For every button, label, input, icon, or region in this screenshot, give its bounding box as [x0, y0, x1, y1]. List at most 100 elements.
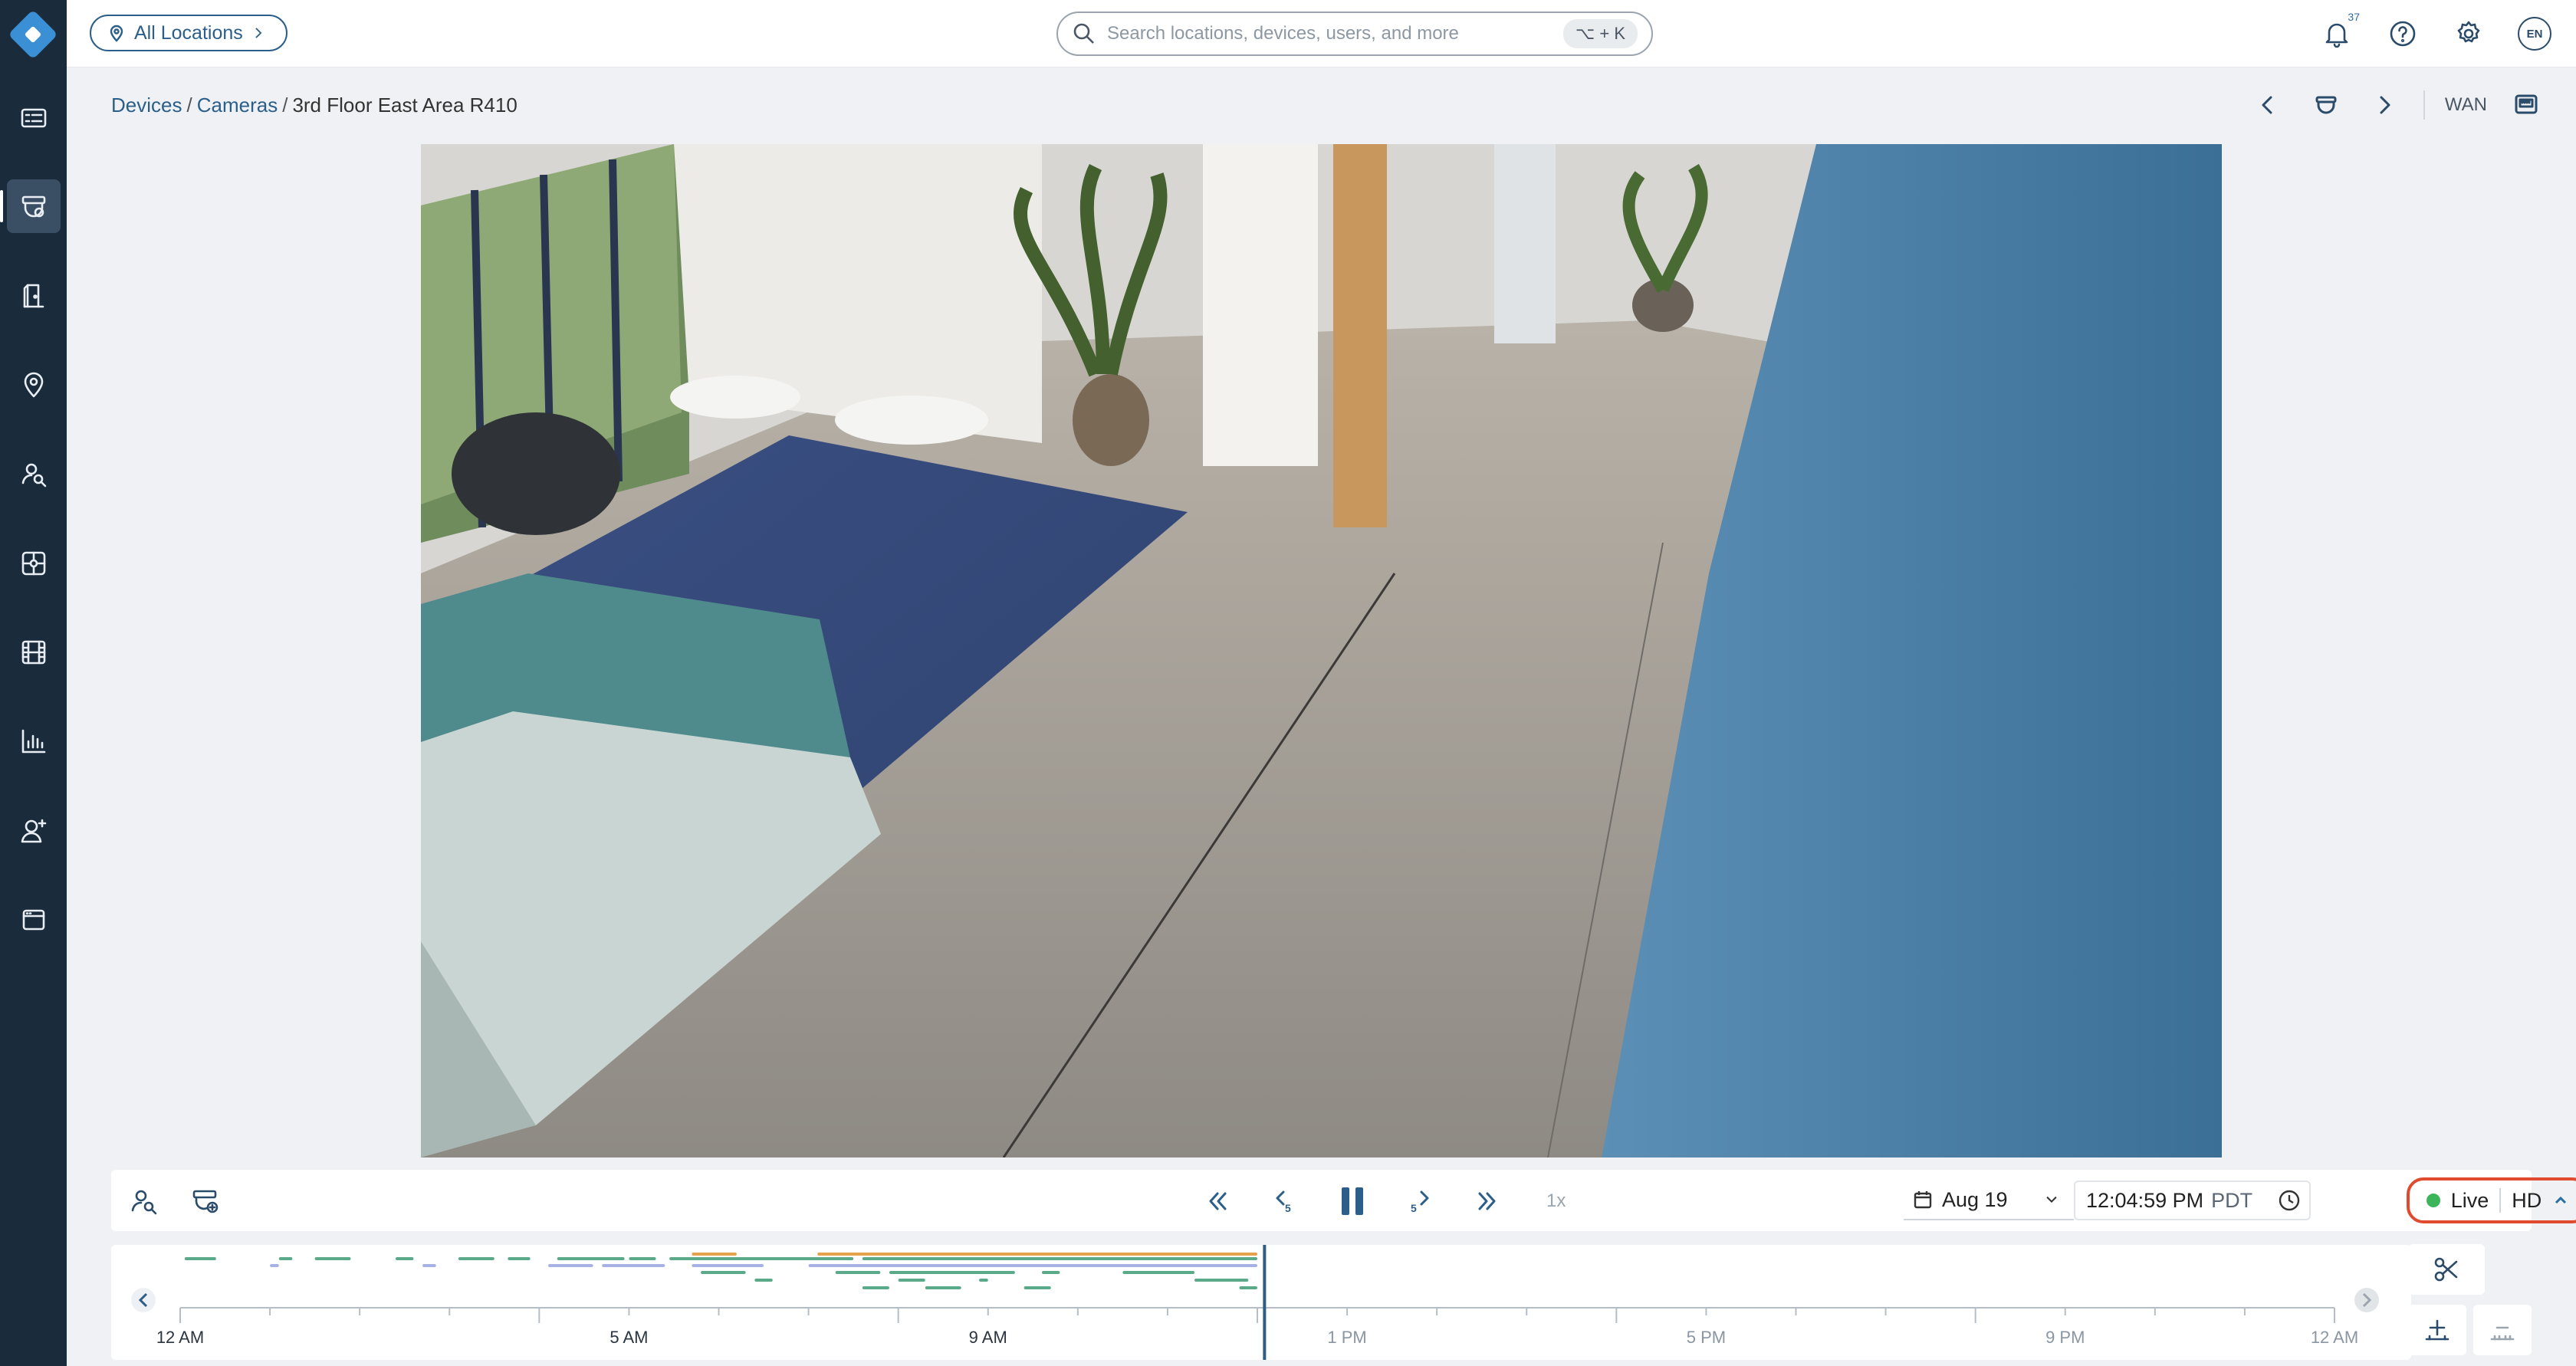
scissors-icon	[2434, 1257, 2458, 1282]
recording-segment	[817, 1253, 1257, 1256]
breadcrumb-devices[interactable]: Devices	[111, 94, 182, 117]
date-picker[interactable]: Aug 19	[1904, 1180, 2074, 1220]
nav-users[interactable]	[7, 804, 61, 858]
next-camera-button[interactable]	[2365, 86, 2404, 124]
chevron-left-icon	[2262, 96, 2272, 114]
playback-speed[interactable]: 1x	[1546, 1190, 1566, 1212]
bar-chart-icon	[21, 729, 46, 754]
quality-label: HD	[2512, 1188, 2542, 1212]
location-pin-icon	[110, 25, 123, 42]
add-camera-view-button[interactable]	[188, 1184, 223, 1219]
notification-count: 37	[2348, 11, 2360, 23]
app-logo[interactable]	[8, 9, 58, 60]
recording-segment	[629, 1257, 656, 1260]
timeline-track: 12 AM 5 AM 9 AM 1 PM 5 PM 9 PM 12 AM	[131, 1245, 2379, 1360]
recording-segment	[557, 1257, 625, 1260]
live-label: Live	[2450, 1188, 2489, 1212]
nav-analytics[interactable]	[7, 714, 61, 768]
settings-button[interactable]	[2450, 15, 2487, 52]
svg-text:5: 5	[1285, 1202, 1291, 1214]
camera-icon	[21, 195, 46, 218]
skip-forward-button[interactable]	[1470, 1184, 1505, 1219]
window-icon	[22, 909, 45, 931]
time-picker[interactable]: 12:04:59 PM PDT	[2074, 1180, 2312, 1220]
language-button[interactable]: EN	[2516, 15, 2553, 52]
forward-5s-button[interactable]: 5	[1402, 1184, 1438, 1219]
global-search[interactable]: ⌥ + K	[1056, 11, 1653, 56]
nav-people-search[interactable]	[7, 447, 61, 501]
recording-segment	[548, 1264, 593, 1267]
double-chevron-right-icon	[1478, 1192, 1496, 1210]
network-status-button[interactable]	[2507, 86, 2545, 124]
recording-segment	[278, 1257, 293, 1260]
help-button[interactable]	[2384, 15, 2421, 52]
pause-icon	[1342, 1187, 1363, 1215]
forward-5-icon: 5	[1411, 1190, 1429, 1214]
chevron-right-icon	[255, 28, 262, 38]
zoom-out-timeline-button[interactable]	[2473, 1305, 2532, 1355]
nav-apps[interactable]	[7, 893, 61, 947]
device-list-icon	[21, 108, 47, 128]
recording-segment	[692, 1253, 737, 1256]
double-chevron-left-icon	[1209, 1192, 1227, 1210]
top-bar: All Locations ⌥ + K 37 EN	[67, 0, 2576, 67]
nav-locations[interactable]	[7, 358, 61, 412]
search-input[interactable]	[1107, 23, 1563, 44]
nav-video-archive[interactable]	[7, 626, 61, 679]
timeline-tick-label: 12 AM	[2311, 1328, 2358, 1347]
recording-segment	[422, 1264, 436, 1267]
recording-segment	[808, 1264, 1257, 1267]
recording-segment	[835, 1271, 881, 1274]
recording-segment	[1239, 1286, 1257, 1289]
timeline-scroll-right-button[interactable]	[2354, 1288, 2379, 1312]
timeline-tick-label: 1 PM	[1327, 1328, 1366, 1347]
nav-integrations[interactable]	[7, 537, 61, 590]
clip-button[interactable]	[2408, 1244, 2485, 1295]
add-user-icon	[21, 819, 47, 843]
divider	[2499, 1188, 2502, 1213]
camera-details-button[interactable]	[2307, 86, 2345, 124]
recording-segment	[669, 1257, 854, 1260]
recording-segment	[692, 1264, 764, 1267]
sidebar	[0, 0, 67, 1366]
recording-timeline[interactable]: 12 AM 5 AM 9 AM 1 PM 5 PM 9 PM 12 AM	[111, 1245, 2411, 1360]
recording-segment	[754, 1279, 773, 1282]
recording-segment	[898, 1279, 925, 1282]
timezone: PDT	[2211, 1188, 2253, 1212]
live-quality-selector[interactable]: Live HD	[2407, 1177, 2576, 1223]
breadcrumb-cameras[interactable]: Cameras	[197, 94, 278, 117]
search-icon	[1073, 23, 1094, 44]
rewind-5s-button[interactable]: 5	[1267, 1184, 1303, 1219]
breadcrumb-separator: /	[282, 94, 288, 117]
recording-segment	[889, 1271, 1015, 1274]
timeline-tick-label: 9 AM	[969, 1328, 1007, 1347]
nav-devices-list[interactable]	[7, 91, 61, 145]
divider	[2423, 90, 2425, 120]
camera-video-feed[interactable]	[421, 144, 2222, 1157]
door-icon	[23, 284, 44, 308]
notifications-button[interactable]: 37	[2318, 11, 2360, 52]
recording-segment	[862, 1257, 1257, 1260]
skip-back-button[interactable]	[1200, 1184, 1235, 1219]
recording-segment	[270, 1264, 279, 1267]
page-title: 3rd Floor East Area R410	[292, 94, 518, 117]
recording-segment	[1024, 1286, 1051, 1289]
pause-button[interactable]	[1335, 1184, 1370, 1219]
previous-camera-button[interactable]	[2249, 86, 2287, 124]
timeline-tick-label: 5 PM	[1687, 1328, 1726, 1347]
location-label: All Locations	[134, 21, 243, 44]
clock-icon	[2279, 1190, 2300, 1211]
person-search-icon	[21, 463, 47, 488]
recording-segment	[184, 1257, 216, 1260]
people-search-button[interactable]	[127, 1184, 162, 1219]
recording-segment	[314, 1257, 351, 1260]
nav-cameras[interactable]	[0, 179, 61, 233]
zoom-out-icon	[2490, 1326, 2515, 1341]
timeline-scroll-left-button[interactable]	[131, 1288, 156, 1312]
language-badge: EN	[2518, 17, 2551, 51]
zoom-in-timeline-button[interactable]	[2408, 1305, 2466, 1355]
nav-access-control[interactable]	[7, 269, 61, 323]
film-icon	[21, 640, 46, 665]
recording-segment	[396, 1257, 414, 1260]
location-selector[interactable]: All Locations	[90, 15, 288, 51]
